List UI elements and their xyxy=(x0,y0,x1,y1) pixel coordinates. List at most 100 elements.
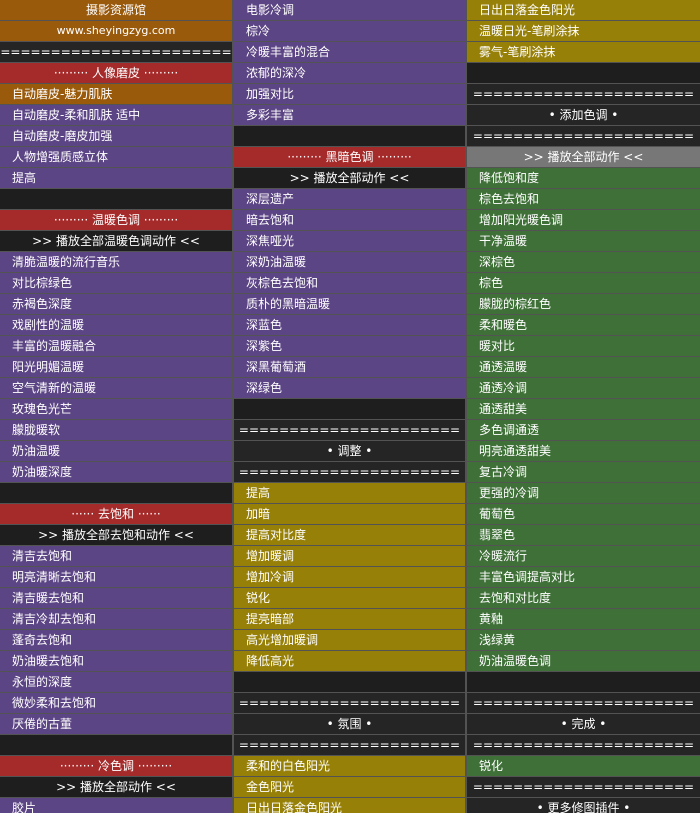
action-item[interactable]: 自动磨皮-磨皮加强 xyxy=(0,126,232,146)
action-item[interactable]: 人物增强质感立体 xyxy=(0,147,232,167)
action-item[interactable]: 提高对比度 xyxy=(234,525,465,545)
action-item[interactable]: 柔和暖色 xyxy=(467,315,700,335)
action-item[interactable]: 丰富的温暖融合 xyxy=(0,336,232,356)
action-item[interactable]: 黄釉 xyxy=(467,609,700,629)
action-item[interactable]: 加暗 xyxy=(234,504,465,524)
action-item[interactable]: 提高 xyxy=(0,168,232,188)
action-item[interactable]: 暖对比 xyxy=(467,336,700,356)
action-item[interactable]: 深黑葡萄酒 xyxy=(234,357,465,377)
action-item[interactable]: 清吉暖去饱和 xyxy=(0,588,232,608)
action-item[interactable]: 对比棕绿色 xyxy=(0,273,232,293)
action-item[interactable]: 暗去饱和 xyxy=(234,210,465,230)
action-item[interactable]: 深奶油温暖 xyxy=(234,252,465,272)
row-label: 空气清新的温暖 xyxy=(12,381,97,395)
action-item[interactable]: 明亮通透甜美 xyxy=(467,441,700,461)
action-item[interactable]: 电影冷调 xyxy=(234,0,465,20)
action-item[interactable]: 降低饱和度 xyxy=(467,168,700,188)
row-label: 清吉暖去饱和 xyxy=(12,591,85,605)
action-item[interactable]: 提高 xyxy=(234,483,465,503)
action-item[interactable]: 奶油暖深度 xyxy=(0,462,232,482)
spacer xyxy=(0,483,232,503)
action-item[interactable]: 玫瑰色光芒 xyxy=(0,399,232,419)
action-item[interactable]: 温暖日光-笔刷涂抹 xyxy=(467,21,700,41)
action-item[interactable]: 阳光明媚温暖 xyxy=(0,357,232,377)
action-item[interactable]: 提亮暗部 xyxy=(234,609,465,629)
action-item[interactable]: 浅绿黄 xyxy=(467,630,700,650)
action-item[interactable]: 高光增加暖调 xyxy=(234,630,465,650)
action-item[interactable]: 棕冷 xyxy=(234,21,465,41)
action-item[interactable]: 棕色 xyxy=(467,273,700,293)
action-item[interactable]: 丰富色调提高对比 xyxy=(467,567,700,587)
row-label: 金色阳光 xyxy=(246,780,295,794)
action-item[interactable]: 通透温暖 xyxy=(467,357,700,377)
action-item[interactable]: 日出日落金色阳光 xyxy=(234,798,465,813)
action-item[interactable]: 增加阳光暖色调 xyxy=(467,210,700,230)
action-item[interactable]: 翡翠色 xyxy=(467,525,700,545)
row-label: 加强对比 xyxy=(246,87,295,101)
play-all-button[interactable]: >> 播放全部温暖色调动作 << xyxy=(0,231,232,251)
action-item[interactable]: 戏剧性的温暖 xyxy=(0,315,232,335)
action-item[interactable]: 自动磨皮-柔和肌肤 适中 xyxy=(0,105,232,125)
action-item[interactable]: 自动磨皮-魅力肌肤 xyxy=(0,84,232,104)
action-item[interactable]: 深绿色 xyxy=(234,378,465,398)
action-item[interactable]: 金色阳光 xyxy=(234,777,465,797)
action-item[interactable]: 锐化 xyxy=(467,756,700,776)
action-item[interactable]: 更强的冷调 xyxy=(467,483,700,503)
spacer xyxy=(467,63,700,83)
action-item[interactable]: 多彩丰富 xyxy=(234,105,465,125)
action-item[interactable]: 雾气-笔刷涂抹 xyxy=(467,42,700,62)
action-item[interactable]: 空气清新的温暖 xyxy=(0,378,232,398)
action-item[interactable]: 深蓝色 xyxy=(234,315,465,335)
play-all-button[interactable]: >> 播放全部动作 << xyxy=(467,147,700,167)
action-item[interactable]: 日出日落金色阳光 xyxy=(467,0,700,20)
action-item[interactable]: 厌倦的古董 xyxy=(0,714,232,734)
action-item[interactable]: 朦胧的棕红色 xyxy=(467,294,700,314)
action-item[interactable]: 深层遗产 xyxy=(234,189,465,209)
action-item[interactable]: 永恒的深度 xyxy=(0,672,232,692)
separator: ====================== xyxy=(467,126,700,146)
action-item[interactable]: 深棕色 xyxy=(467,252,700,272)
row-label: 多色调通透 xyxy=(479,423,540,437)
action-item[interactable]: 葡萄色 xyxy=(467,504,700,524)
action-item[interactable]: 复古冷调 xyxy=(467,462,700,482)
play-all-button[interactable]: >> 播放全部去饱和动作 << xyxy=(0,525,232,545)
action-item[interactable]: 清吉冷却去饱和 xyxy=(0,609,232,629)
row-label: 阳光明媚温暖 xyxy=(12,360,85,374)
action-item[interactable]: 明亮清晰去饱和 xyxy=(0,567,232,587)
action-column-3: 日出日落金色阳光 温暖日光-笔刷涂抹 雾气-笔刷涂抹 ================… xyxy=(467,0,700,813)
action-item[interactable]: 灰棕色去饱和 xyxy=(234,273,465,293)
action-item[interactable]: 奶油暖去饱和 xyxy=(0,651,232,671)
action-item[interactable]: 增加冷调 xyxy=(234,567,465,587)
action-item[interactable]: 增加暖调 xyxy=(234,546,465,566)
action-item[interactable]: 质朴的黑暗温暖 xyxy=(234,294,465,314)
action-item[interactable]: 冷暖流行 xyxy=(467,546,700,566)
action-item[interactable]: 干净温暖 xyxy=(467,231,700,251)
action-item[interactable]: 赤褐色深度 xyxy=(0,294,232,314)
action-item[interactable]: 奶油温暖 xyxy=(0,441,232,461)
action-item[interactable]: 去饱和对比度 xyxy=(467,588,700,608)
action-item[interactable]: 加强对比 xyxy=(234,84,465,104)
action-item[interactable]: 胶片 xyxy=(0,798,232,813)
action-column-2: 电影冷调 棕冷 冷暖丰富的混合 浓郁的深冷 加强对比 多彩丰富 ········· 黑暗色调… xyxy=(234,0,465,813)
row-label: 翡翠色 xyxy=(479,528,516,542)
play-all-button[interactable]: >> 播放全部动作 << xyxy=(0,777,232,797)
action-item[interactable]: 深焦哑光 xyxy=(234,231,465,251)
action-item[interactable]: 清吉去饱和 xyxy=(0,546,232,566)
action-item[interactable]: 奶油温暖色调 xyxy=(467,651,700,671)
play-all-button[interactable]: >> 播放全部动作 << xyxy=(234,168,465,188)
action-item[interactable]: 锐化 xyxy=(234,588,465,608)
action-item[interactable]: 朦胧暖软 xyxy=(0,420,232,440)
action-item[interactable]: 清脆温暖的流行音乐 xyxy=(0,252,232,272)
action-item[interactable]: 通透冷调 xyxy=(467,378,700,398)
spacer xyxy=(0,735,232,755)
action-item[interactable]: 多色调通透 xyxy=(467,420,700,440)
action-item[interactable]: 深紫色 xyxy=(234,336,465,356)
action-item[interactable]: 蓬奇去饱和 xyxy=(0,630,232,650)
action-item[interactable]: 通透甜美 xyxy=(467,399,700,419)
action-item[interactable]: 浓郁的深冷 xyxy=(234,63,465,83)
action-item[interactable]: 棕色去饱和 xyxy=(467,189,700,209)
action-item[interactable]: 降低高光 xyxy=(234,651,465,671)
action-item[interactable]: 冷暖丰富的混合 xyxy=(234,42,465,62)
action-item[interactable]: 柔和的白色阳光 xyxy=(234,756,465,776)
action-item[interactable]: 微妙柔和去饱和 xyxy=(0,693,232,713)
